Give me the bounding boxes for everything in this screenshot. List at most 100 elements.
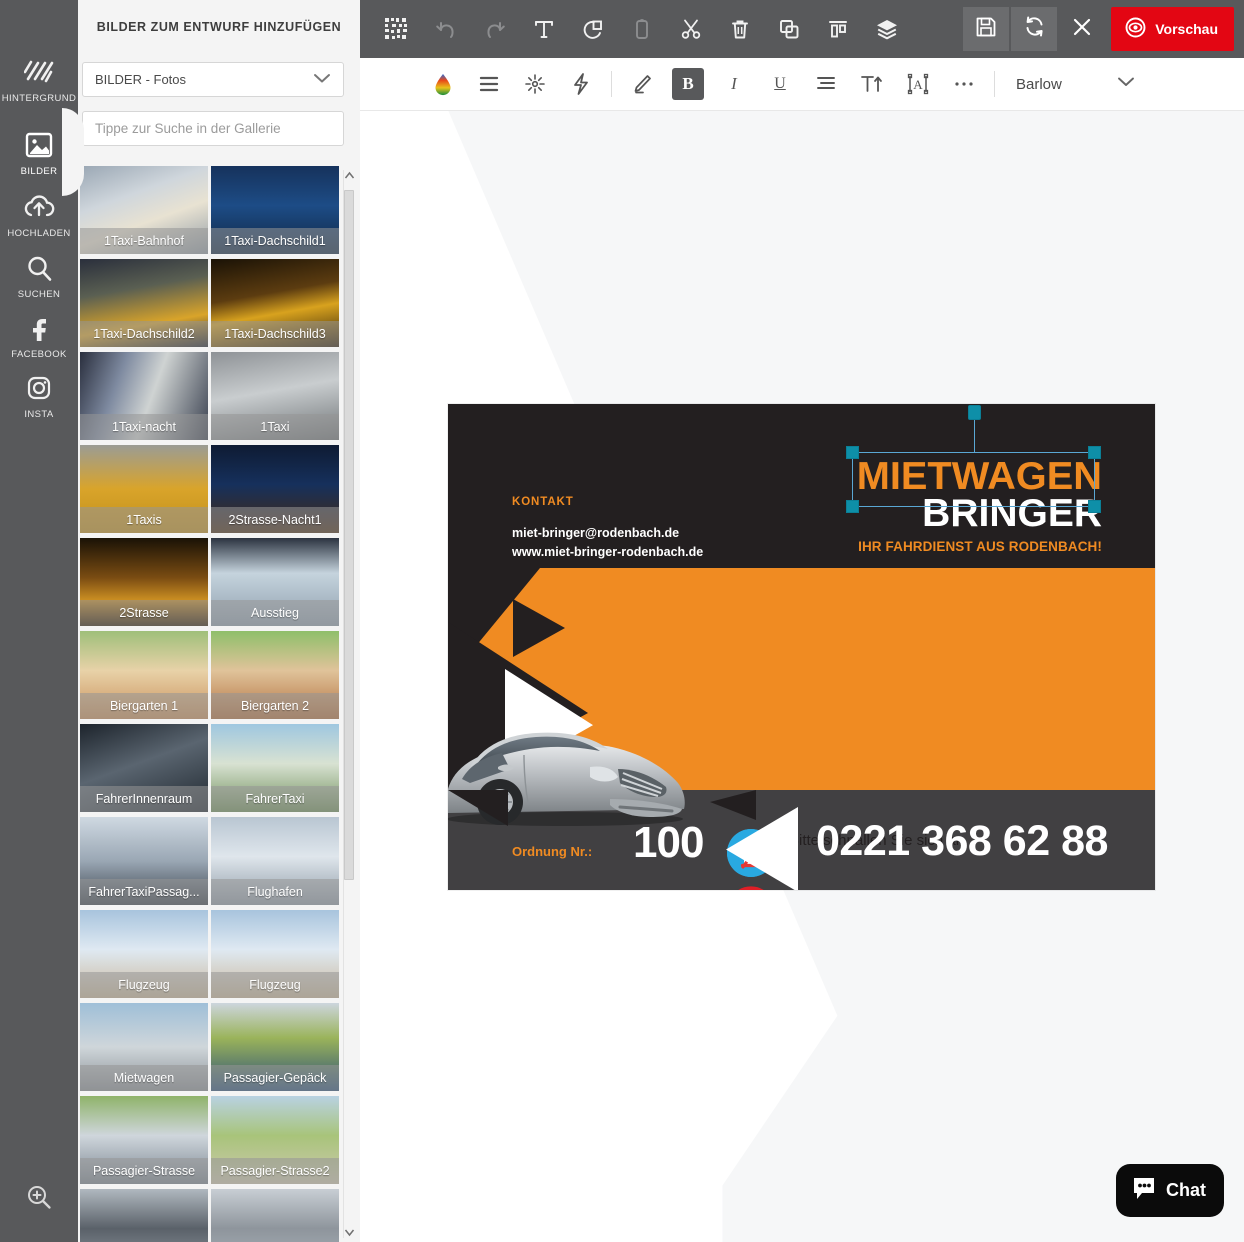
resize-handle-bottom-left[interactable] — [846, 500, 859, 513]
gallery-thumbnail[interactable]: Ausstieg — [211, 538, 339, 626]
gallery-thumbnail[interactable]: Mietwagen — [80, 1003, 208, 1091]
gallery-scrollbar-thumb[interactable] — [344, 190, 354, 880]
gallery-thumbnail[interactable]: Flugzeug — [211, 910, 339, 998]
brand-tagline[interactable]: IHR FAHRDIENST AUS RODENBACH! — [852, 539, 1102, 554]
thumbnail-image — [80, 1189, 208, 1242]
gallery-thumbnail[interactable]: 1Taxi-Bahnhof — [80, 166, 208, 254]
text-icon[interactable] — [519, 0, 568, 58]
trash-icon[interactable] — [715, 0, 764, 58]
underline-button[interactable]: U — [757, 58, 803, 111]
italic-button[interactable]: I — [711, 58, 757, 111]
close-button[interactable] — [1059, 7, 1105, 51]
save-button[interactable] — [963, 7, 1010, 51]
thumbnail-label: Biergarten 1 — [80, 693, 208, 719]
active-tab-notch — [62, 108, 84, 196]
sidebar-item-facebook[interactable]: FACEBOOK — [0, 311, 78, 360]
refresh-button[interactable] — [1011, 7, 1058, 51]
svg-text:A: A — [913, 77, 923, 92]
gallery-thumbnail[interactable]: FahrerTaxi — [211, 724, 339, 812]
thumbnail-label: FahrerTaxiPassag... — [80, 879, 208, 905]
gallery-thumbnail[interactable]: 2Strasse-Nacht1 — [211, 445, 339, 533]
format-toolbar: B I U A Barlow — [360, 58, 1244, 111]
gallery-thumbnail[interactable]: 2Strasse — [80, 538, 208, 626]
sidebar-item-insta[interactable]: INSTA — [0, 371, 78, 420]
resize-handle-top-left[interactable] — [846, 446, 859, 459]
gallery-thumbnail[interactable]: Passagier-Strasse — [80, 1096, 208, 1184]
gallery-thumbnail[interactable]: Flugzeug — [80, 910, 208, 998]
no-smoking-icon — [727, 886, 775, 890]
layers-icon[interactable] — [862, 0, 911, 58]
sidebar-label-bilder: BILDER — [20, 166, 58, 177]
chat-bubble-icon — [1130, 1174, 1158, 1207]
resize-handle-top-right[interactable] — [1088, 446, 1101, 459]
gallery-search-input[interactable] — [82, 111, 344, 146]
gallery-thumbnail[interactable]: FahrerTaxiPassag... — [80, 817, 208, 905]
sidebar-label-suchen: SUCHEN — [17, 289, 61, 300]
gallery-thumbnail[interactable] — [80, 1189, 208, 1242]
gallery-thumbnail[interactable]: Biergarten 2 — [211, 631, 339, 719]
font-name-value[interactable]: Barlow — [1016, 76, 1116, 93]
color-drop-icon[interactable] — [420, 58, 466, 111]
chat-label: Chat — [1166, 1180, 1206, 1200]
gallery-thumbnail[interactable]: 1Taxi-Dachschild3 — [211, 259, 339, 347]
bolt-icon[interactable] — [558, 58, 604, 111]
design-canvas-flyer[interactable]: KONTAKT miet-bringer@rodenbach.de www.mi… — [448, 404, 1155, 890]
close-x-icon — [1072, 17, 1092, 42]
selection-box[interactable] — [846, 405, 1101, 513]
image-category-select[interactable]: BILDER - Fotos — [82, 62, 344, 97]
qr-code-icon[interactable] — [372, 0, 421, 58]
chevron-down-icon[interactable] — [1116, 75, 1136, 93]
align-right-icon[interactable] — [803, 58, 849, 111]
line-height-icon[interactable] — [466, 58, 512, 111]
gallery-thumbnail[interactable]: 1Taxi-Dachschild2 — [80, 259, 208, 347]
thumbnail-label: Passagier-Strasse2 — [211, 1158, 339, 1184]
thumbnail-label: Passagier-Strasse — [80, 1158, 208, 1184]
gallery-thumbnail[interactable]: Biergarten 1 — [80, 631, 208, 719]
image-icon — [22, 128, 56, 162]
gallery-thumbnail[interactable]: 1Taxi-nacht — [80, 352, 208, 440]
gallery-thumbnail[interactable]: 1Taxis — [80, 445, 208, 533]
sidebar-item-suchen[interactable]: SUCHEN — [0, 251, 78, 300]
save-disk-icon — [975, 16, 997, 43]
eye-icon — [1124, 16, 1147, 42]
gallery-thumbnail[interactable]: Passagier-Gepäck — [211, 1003, 339, 1091]
scissors-icon[interactable] — [666, 0, 715, 58]
design-workspace[interactable]: KONTAKT miet-bringer@rodenbach.de www.mi… — [360, 111, 1244, 1242]
gallery-thumbnail[interactable] — [211, 1189, 339, 1242]
gallery-thumbnail[interactable]: 1Taxi-Dachschild1 — [211, 166, 339, 254]
resize-handle-bottom-right[interactable] — [1088, 500, 1101, 513]
chevron-down-icon — [313, 72, 331, 87]
sparkle-icon[interactable] — [512, 58, 558, 111]
sidebar-item-hintergrund[interactable]: HINTERGRUND — [0, 55, 78, 104]
gallery-thumbnail[interactable]: FahrerInnenraum — [80, 724, 208, 812]
undo-icon[interactable] — [421, 0, 470, 58]
align-top-icon[interactable] — [813, 0, 862, 58]
preview-button[interactable]: Vorschau — [1111, 7, 1234, 51]
thumbnail-label: Flughafen — [211, 879, 339, 905]
contact-email: miet-bringer@rodenbach.de — [512, 526, 680, 540]
image-gallery[interactable]: 1Taxi-Bahnhof 1Taxi-Dachschild1 1Taxi-Dach… — [80, 166, 350, 1242]
kontakt-label: KONTAKT — [512, 496, 574, 508]
pen-icon[interactable] — [619, 58, 665, 111]
duplicate-icon[interactable] — [764, 0, 813, 58]
text-size-icon[interactable] — [849, 58, 895, 111]
gallery-thumbnail[interactable]: Flughafen — [211, 817, 339, 905]
bold-label: B — [682, 74, 694, 93]
bold-button[interactable]: B — [672, 68, 704, 100]
preview-label: Vorschau — [1155, 21, 1218, 37]
more-dots-icon[interactable] — [941, 58, 987, 111]
redo-icon[interactable] — [470, 0, 519, 58]
gallery-scroll-up-arrow[interactable] — [344, 171, 355, 183]
gallery-thumbnail[interactable]: 1Taxi — [211, 352, 339, 440]
zoom-in-tool-button[interactable] — [0, 1182, 78, 1217]
gallery-scroll-down-arrow[interactable] — [344, 1228, 355, 1240]
rotation-handle[interactable] — [968, 405, 981, 420]
clipboard-icon[interactable] — [617, 0, 666, 58]
sidebar-item-hochladen[interactable]: HOCHLADEN — [0, 190, 78, 239]
shape-icon[interactable] — [568, 0, 617, 58]
thumbnail-label: Ausstieg — [211, 600, 339, 626]
chat-widget-button[interactable]: Chat — [1116, 1164, 1224, 1217]
gallery-thumbnail[interactable]: Passagier-Strasse2 — [211, 1096, 339, 1184]
text-frame-icon[interactable]: A — [895, 58, 941, 111]
instagram-icon — [22, 371, 56, 405]
